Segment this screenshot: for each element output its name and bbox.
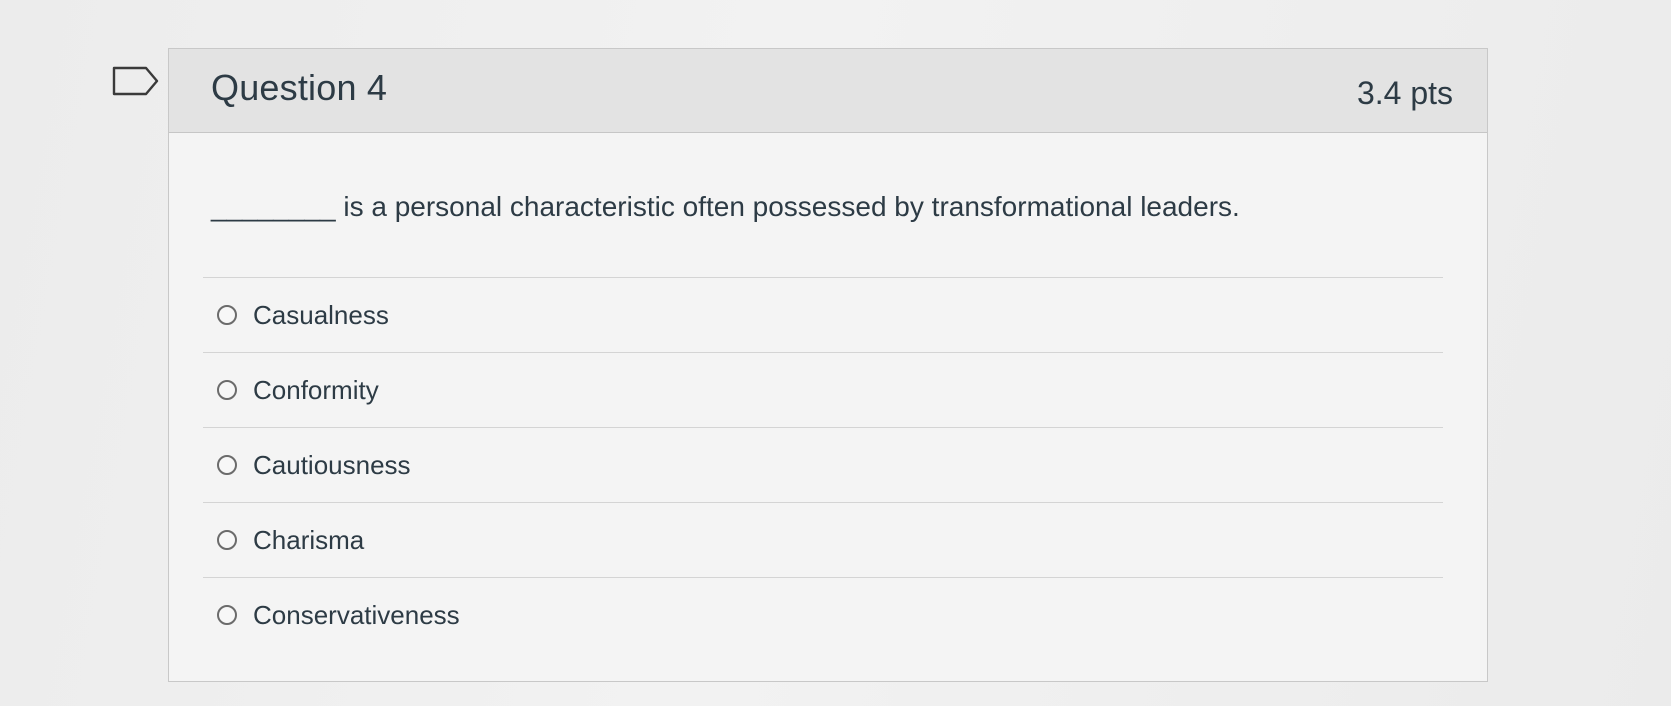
question-title: Question 4 bbox=[211, 67, 388, 108]
answer-label: Cautiousness bbox=[253, 449, 411, 480]
radio-button[interactable] bbox=[217, 380, 237, 400]
question-card: Question 4 3.4 pts ________ is a persona… bbox=[168, 48, 1488, 682]
answer-label: Casualness bbox=[253, 299, 389, 330]
question-text: ________ is a personal characteristic of… bbox=[211, 191, 1240, 222]
radio-button[interactable] bbox=[217, 530, 237, 550]
answer-list: Casualness Conformity Cautiousness Chari… bbox=[203, 277, 1443, 652]
answer-label: Conformity bbox=[253, 374, 379, 405]
radio-button[interactable] bbox=[217, 305, 237, 325]
question-points: 3.4 pts bbox=[1356, 75, 1453, 111]
answer-option[interactable]: Charisma bbox=[203, 502, 1443, 577]
answer-label: Conservativeness bbox=[253, 599, 460, 630]
answer-label: Charisma bbox=[253, 524, 365, 555]
answer-option[interactable]: Casualness bbox=[203, 277, 1443, 352]
answer-option[interactable]: Conservativeness bbox=[203, 577, 1443, 652]
flag-question-icon[interactable] bbox=[112, 66, 160, 96]
answer-option[interactable]: Conformity bbox=[203, 352, 1443, 427]
quiz-page: Question 4 3.4 pts ________ is a persona… bbox=[0, 0, 1671, 706]
radio-button[interactable] bbox=[217, 455, 237, 475]
question-header: Question 4 3.4 pts bbox=[169, 49, 1487, 133]
radio-button[interactable] bbox=[217, 605, 237, 625]
answer-option[interactable]: Cautiousness bbox=[203, 427, 1443, 502]
